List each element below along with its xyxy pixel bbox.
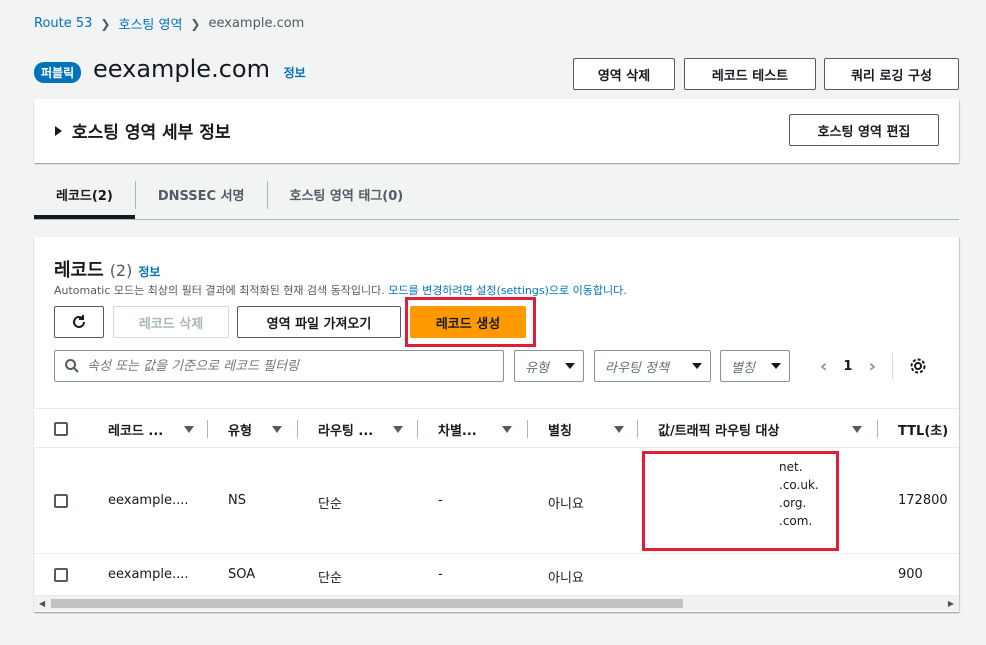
settings-link[interactable]: 모드를 변경하려면 설정(settings)으로 이동합니다. xyxy=(388,284,626,297)
sort-icon[interactable] xyxy=(614,426,624,433)
breadcrumb-hosted-zones[interactable]: 호스팅 영역 xyxy=(118,14,182,33)
gear-icon[interactable] xyxy=(909,357,927,375)
record-ttl: 900 xyxy=(898,567,923,582)
record-ttl: 172800 xyxy=(898,493,948,508)
table-header: 레코드 ... 유형 라우팅 ... 차별... 별칭 값/트래픽 라우팅 대상… xyxy=(34,408,959,448)
test-record-button[interactable]: 레코드 테스트 xyxy=(684,58,816,90)
caret-down-icon xyxy=(692,363,702,369)
hosted-zone-details-panel: 호스팅 영역 세부 정보 호스팅 영역 편집 xyxy=(34,99,959,163)
breadcrumb-route53[interactable]: Route 53 xyxy=(34,16,92,31)
sort-icon[interactable] xyxy=(272,426,282,433)
records-info-link[interactable]: 정보 xyxy=(138,263,160,280)
record-alias: 아니요 xyxy=(548,571,584,586)
scroll-left-icon[interactable]: ◀ xyxy=(39,599,45,608)
chevron-right-icon: ❯ xyxy=(190,16,201,31)
column-divider[interactable] xyxy=(637,420,638,438)
record-differentiator: - xyxy=(438,567,443,582)
column-differentiator[interactable]: 차별... xyxy=(438,409,477,449)
query-logging-button[interactable]: 쿼리 로깅 구성 xyxy=(824,58,959,90)
record-routing: 단순 xyxy=(318,497,342,512)
records-title-text: 레코드 xyxy=(54,260,104,281)
search-icon xyxy=(65,359,79,373)
routing-filter-select[interactable]: 라우팅 정책 xyxy=(594,350,711,382)
refresh-button[interactable] xyxy=(54,306,104,338)
page-title-text: eexample.com xyxy=(93,55,270,83)
sort-icon[interactable] xyxy=(393,426,403,433)
column-routing[interactable]: 라우팅 ... xyxy=(318,409,373,449)
column-divider[interactable] xyxy=(297,420,298,438)
record-routing: 단순 xyxy=(318,571,342,586)
delete-zone-button[interactable]: 영역 삭제 xyxy=(573,58,675,90)
table-row[interactable]: eexample.... SOA 단순 - 아니요 900 xyxy=(34,554,959,595)
record-type: SOA xyxy=(228,567,256,582)
search-input[interactable] xyxy=(87,358,487,374)
caret-right-icon xyxy=(55,125,62,136)
record-alias: 아니요 xyxy=(548,497,584,512)
details-expander[interactable]: 호스팅 영역 세부 정보 xyxy=(55,118,231,143)
type-filter-select[interactable]: 유형 xyxy=(514,350,584,382)
column-record-name[interactable]: 레코드 ... xyxy=(108,409,163,449)
sort-icon[interactable] xyxy=(852,426,862,433)
column-type[interactable]: 유형 xyxy=(228,409,252,449)
import-zone-file-button[interactable]: 영역 파일 가져오기 xyxy=(237,306,401,338)
page-title: eexample.com 정보 xyxy=(93,55,306,83)
tab-dnssec[interactable]: DNSSEC 서명 xyxy=(136,180,268,209)
delete-record-button[interactable]: 레코드 삭제 xyxy=(113,306,229,338)
column-divider[interactable] xyxy=(527,420,528,438)
chevron-right-icon[interactable]: › xyxy=(868,356,875,377)
record-name[interactable]: eexample.... xyxy=(108,567,188,582)
record-name[interactable]: eexample.... xyxy=(108,493,188,508)
highlight-box xyxy=(642,451,839,551)
page-number[interactable]: 1 xyxy=(843,359,852,374)
details-title: 호스팅 영역 세부 정보 xyxy=(72,123,231,143)
column-divider[interactable] xyxy=(417,420,418,438)
scroll-right-icon[interactable]: ▶ xyxy=(948,599,954,608)
tab-bar: 레코드(2) DNSSEC 서명 호스팅 영역 태그(0) xyxy=(34,170,959,220)
search-box[interactable] xyxy=(54,350,504,382)
highlight-box xyxy=(405,297,536,347)
caret-down-icon xyxy=(771,363,781,369)
column-alias[interactable]: 별칭 xyxy=(548,409,572,449)
select-all-checkbox[interactable] xyxy=(54,422,68,436)
pagination: ‹ 1 › xyxy=(820,350,927,382)
caret-down-icon xyxy=(565,363,575,369)
record-type: NS xyxy=(228,493,246,508)
scrollbar-thumb[interactable] xyxy=(51,599,683,608)
records-title: 레코드 (2) 정보 xyxy=(54,256,160,282)
public-badge: 퍼블릭 xyxy=(34,62,82,83)
info-link[interactable]: 정보 xyxy=(284,66,306,80)
column-ttl[interactable]: TTL(초) xyxy=(898,409,948,449)
tab-tags[interactable]: 호스팅 영역 태그(0) xyxy=(268,181,426,209)
breadcrumb: Route 53 ❯ 호스팅 영역 ❯ eexample.com xyxy=(34,14,304,33)
tab-records[interactable]: 레코드(2) xyxy=(34,180,136,209)
breadcrumb-current: eexample.com xyxy=(208,16,305,31)
alias-filter-select[interactable]: 별칭 xyxy=(720,350,790,382)
records-description: Automatic 모드는 최상의 필터 결과에 최적화된 현재 검색 동작입니… xyxy=(54,282,627,298)
sort-icon[interactable] xyxy=(184,426,194,433)
records-description-text: Automatic 모드는 최상의 필터 결과에 최적화된 현재 검색 동작입니… xyxy=(54,284,389,297)
column-divider[interactable] xyxy=(207,420,208,438)
record-differentiator: - xyxy=(438,493,443,508)
refresh-icon xyxy=(73,315,85,328)
pager-divider xyxy=(891,353,893,379)
edit-hosted-zone-button[interactable]: 호스팅 영역 편집 xyxy=(789,114,939,146)
row-checkbox[interactable] xyxy=(54,494,68,508)
column-divider[interactable] xyxy=(877,420,878,438)
active-tab-indicator xyxy=(34,215,135,219)
horizontal-scrollbar[interactable]: ◀ ▶ xyxy=(34,595,959,611)
column-value[interactable]: 값/트래픽 라우팅 대상 xyxy=(658,409,779,449)
row-checkbox[interactable] xyxy=(54,568,68,582)
records-count: (2) xyxy=(109,261,133,280)
alias-filter-label: 별칭 xyxy=(731,360,755,376)
sort-icon[interactable] xyxy=(502,426,512,433)
routing-filter-label: 라우팅 정책 xyxy=(605,360,669,376)
chevron-left-icon[interactable]: ‹ xyxy=(820,356,827,377)
chevron-right-icon: ❯ xyxy=(100,16,111,31)
type-filter-label: 유형 xyxy=(525,360,549,376)
